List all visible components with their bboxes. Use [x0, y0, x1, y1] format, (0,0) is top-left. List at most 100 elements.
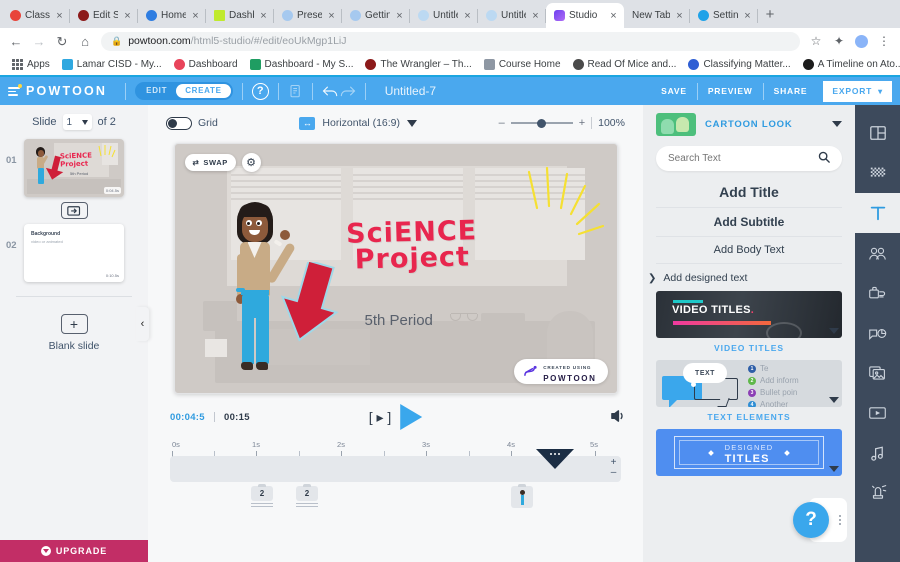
bookmark-item[interactable]: Dashboard: [170, 59, 242, 70]
edit-mode-button[interactable]: EDIT: [137, 84, 176, 98]
canvas-subtitle-text[interactable]: 5th Period: [365, 312, 433, 329]
slide-canvas[interactable]: ⇄ SWAP ⚙ SciENCE Project 5th Period CREA…: [173, 143, 618, 394]
create-mode-button[interactable]: CREATE: [176, 84, 231, 98]
background-icon[interactable]: [855, 153, 900, 193]
clip-card[interactable]: [511, 483, 533, 508]
timeline-clip-text-1[interactable]: 2: [251, 483, 273, 508]
timeline[interactable]: 0s 1s 2s 3s 4s 5s + – 2 2: [148, 440, 643, 562]
bookmark-item[interactable]: Read Of Mice and...: [569, 59, 681, 70]
bookmark-item[interactable]: Course Home: [480, 59, 565, 70]
music-icon[interactable]: [855, 433, 900, 473]
library-card-text-elements[interactable]: TEXT 1 Te 2 Add inform 3 Bullet poin 4 Anoth…: [656, 360, 842, 426]
add-body-text-option[interactable]: Add Body Text: [656, 237, 842, 264]
upgrade-button[interactable]: UPGRADE: [0, 540, 148, 562]
shapes-icon[interactable]: [855, 313, 900, 353]
back-icon[interactable]: ←: [9, 35, 23, 48]
save-button[interactable]: SAVE: [651, 86, 697, 96]
slide-number-select[interactable]: 1: [62, 114, 92, 130]
slide-item-1[interactable]: 01 SciENCE Project 5th Period 0:04.5s: [0, 137, 148, 197]
add-designed-text-row[interactable]: ❯ Add designed text: [648, 264, 842, 291]
look-selector[interactable]: CARTOON LOOK: [643, 105, 855, 143]
teacher-character[interactable]: [225, 202, 296, 387]
chevron-down-icon[interactable]: [829, 466, 839, 472]
slide-item-2[interactable]: 02 Background video or animated 0:10.5s: [0, 222, 148, 282]
powtoon-logo[interactable]: POWTOON: [8, 84, 116, 98]
browser-tab-new-tab[interactable]: New Tab ×: [624, 3, 690, 28]
edit-create-toggle[interactable]: EDIT CREATE: [135, 82, 233, 100]
zoom-in-button[interactable]: +: [579, 117, 585, 129]
zoom-control[interactable]: – + 100%: [499, 117, 625, 129]
images-icon[interactable]: [855, 353, 900, 393]
characters-icon[interactable]: [855, 233, 900, 273]
zoom-slider-knob[interactable]: [536, 118, 546, 128]
search-input[interactable]: [668, 153, 818, 164]
chrome-menu-icon[interactable]: ⋮: [877, 34, 891, 48]
browser-tab-active-studio[interactable]: Studio ×: [546, 3, 624, 28]
extensions-icon[interactable]: ✦: [832, 34, 846, 48]
notes-icon[interactable]: [288, 84, 303, 99]
undo-icon[interactable]: [322, 84, 339, 98]
profile-avatar-icon[interactable]: [855, 34, 868, 48]
slide-thumbnail[interactable]: Background video or animated 0:10.5s: [24, 224, 124, 282]
bookmark-item[interactable]: The Wrangler – Th...: [361, 59, 475, 70]
chevron-down-icon[interactable]: [829, 328, 839, 334]
canvas-settings-button[interactable]: ⚙: [241, 153, 261, 172]
new-tab-button[interactable]: +: [758, 3, 782, 28]
clip-card[interactable]: 2: [251, 483, 273, 501]
bookmark-item[interactable]: Classifying Matter...: [684, 59, 794, 70]
play-button[interactable]: [400, 404, 423, 430]
zoom-slider[interactable]: [510, 118, 573, 128]
step-frame-button[interactable]: [ ▸ ]: [369, 409, 392, 426]
browser-tab[interactable]: Untitled ×: [410, 3, 478, 28]
search-text-box[interactable]: [656, 146, 842, 171]
browser-tab[interactable]: Untitled ×: [478, 3, 546, 28]
search-icon[interactable]: [818, 151, 830, 166]
timeline-playhead[interactable]: [536, 449, 574, 469]
card-preview[interactable]: DESIGNED TITLES: [656, 429, 842, 476]
swap-button[interactable]: ⇄ SWAP: [184, 154, 236, 171]
help-button[interactable]: ?: [793, 502, 829, 538]
chevron-down-icon[interactable]: [829, 397, 839, 403]
zoom-out-button[interactable]: –: [499, 117, 505, 129]
export-button[interactable]: EXPORT ▾: [823, 80, 892, 102]
tab-close-icon[interactable]: ×: [122, 10, 133, 21]
duplicate-slide-button[interactable]: [60, 202, 88, 219]
browser-tab[interactable]: Class N ×: [2, 3, 70, 28]
aspect-ratio-selector[interactable]: ↔ Horizontal (16:9): [299, 116, 418, 130]
props-icon[interactable]: [855, 273, 900, 313]
browser-tab[interactable]: Dashbo ×: [206, 3, 274, 28]
bookmark-item[interactable]: Dashboard - My S...: [246, 59, 358, 70]
card-preview[interactable]: VIDEO TITLES.: [656, 291, 842, 338]
forward-icon[interactable]: →: [32, 35, 46, 48]
grid-toggle[interactable]: Grid: [166, 116, 218, 130]
tab-close-icon[interactable]: ×: [258, 10, 269, 21]
timeline-zoom-in-button[interactable]: +: [608, 458, 619, 468]
tab-close-icon[interactable]: ×: [190, 10, 201, 21]
browser-tab[interactable]: Present ×: [274, 3, 342, 28]
tab-close-icon[interactable]: ×: [462, 10, 473, 21]
bookmark-item[interactable]: A Timeline on Ato...: [799, 59, 900, 70]
tab-close-icon[interactable]: ×: [326, 10, 337, 21]
text-icon[interactable]: [855, 193, 900, 233]
timeline-clip-character[interactable]: [511, 483, 533, 508]
preview-button[interactable]: PREVIEW: [698, 86, 763, 96]
clip-card[interactable]: 2: [296, 483, 318, 501]
collapse-rail-button[interactable]: ‹: [136, 307, 149, 341]
timeline-zoom-out-button[interactable]: –: [608, 468, 619, 478]
bookmark-star-icon[interactable]: ☆: [809, 34, 823, 48]
project-title[interactable]: Untitled-7: [385, 84, 436, 98]
add-title-option[interactable]: Add Title: [656, 177, 842, 208]
slide-thumbnail[interactable]: SciENCE Project 5th Period 0:04.5s: [24, 139, 124, 197]
kebab-menu-icon[interactable]: [839, 515, 841, 525]
library-card-designed-titles[interactable]: DESIGNED TITLES: [656, 429, 842, 476]
redo-icon[interactable]: [339, 84, 356, 98]
timeline-clip-text-2[interactable]: 2: [296, 483, 318, 508]
address-bar[interactable]: 🔒 powtoon.com/html5-studio/#/edit/eoUkMg…: [101, 31, 800, 51]
bookmark-apps[interactable]: Apps: [8, 59, 54, 70]
browser-tab[interactable]: Settings ×: [690, 3, 758, 28]
layouts-icon[interactable]: [855, 113, 900, 153]
browser-tab[interactable]: Getting ×: [342, 3, 410, 28]
red-down-arrow-icon[interactable]: [278, 262, 344, 344]
browser-tab[interactable]: Home - ×: [138, 3, 206, 28]
tab-close-icon[interactable]: ×: [394, 10, 405, 21]
